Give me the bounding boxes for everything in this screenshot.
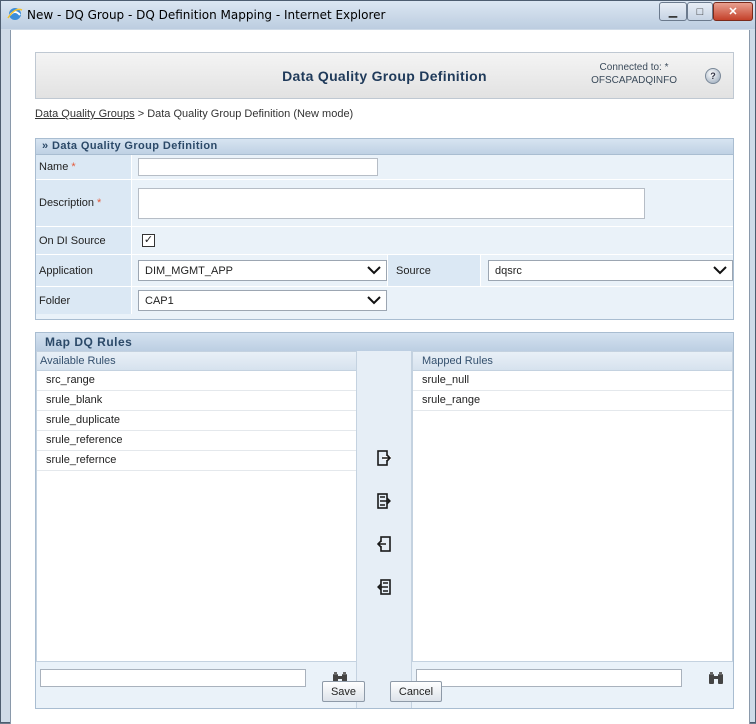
list-item[interactable]: srule_reference [37, 431, 356, 451]
map-rules-section: Map DQ Rules Available Rules src_range s… [35, 332, 734, 709]
list-item[interactable]: srule_duplicate [37, 411, 356, 431]
title-bar[interactable]: New - DQ Group - DQ Definition Mapping -… [1, 1, 755, 29]
source-select-value: dqsrc [495, 264, 522, 277]
mapped-rules-list[interactable]: Mapped Rules srule_null srule_range [412, 351, 733, 662]
name-row: Name * [36, 155, 733, 180]
required-marker: * [71, 161, 76, 173]
available-rules-list[interactable]: Available Rules src_range srule_blank sr… [36, 351, 357, 662]
available-search-input[interactable] [40, 669, 306, 687]
required-marker: * [97, 197, 102, 209]
chevron-down-icon [367, 296, 381, 305]
connected-value: OFSCAPADQINFO [591, 75, 677, 86]
move-all-right-icon[interactable] [377, 493, 391, 509]
connection-info: Connected to: * OFSCAPADQINFO [591, 61, 677, 87]
definition-section-title: » Data Quality Group Definition [36, 139, 733, 155]
help-icon[interactable]: ? [705, 68, 721, 84]
chevron-down-icon [367, 266, 381, 275]
connected-extra: * [664, 62, 669, 73]
save-button[interactable]: Save [322, 681, 365, 702]
folder-select-value: CAP1 [145, 294, 174, 307]
application-select-value: DIM_MGMT_APP [145, 264, 234, 277]
list-item[interactable]: srule_refernce [37, 451, 356, 471]
source-select[interactable]: dqsrc [488, 260, 733, 281]
mapped-search-input[interactable] [416, 669, 682, 687]
folder-label: Folder [36, 287, 132, 314]
on-di-source-label: On DI Source [36, 227, 132, 254]
application-row: Application DIM_MGMT_APP Source dqsrc [36, 255, 733, 287]
maximize-button[interactable]: □ [687, 2, 713, 21]
breadcrumb-current: > Data Quality Group Definition (New mod… [134, 108, 354, 120]
name-label: Name * [36, 155, 132, 179]
window-title: New - DQ Group - DQ Definition Mapping -… [27, 8, 386, 22]
on-di-source-row: On DI Source ✓ [36, 227, 733, 255]
list-item[interactable]: srule_blank [37, 391, 356, 411]
connected-label: Connected to: [599, 62, 662, 73]
map-rules-title: Map DQ Rules [36, 333, 733, 352]
application-label: Application [36, 255, 132, 286]
minimize-button[interactable]: ▁ [659, 2, 687, 21]
folder-select[interactable]: CAP1 [138, 290, 387, 311]
folder-row: Folder CAP1 [36, 287, 733, 314]
page-header: Data Quality Group Definition Connected … [35, 52, 734, 99]
on-di-source-checkbox[interactable]: ✓ [142, 234, 155, 247]
chevron-down-icon [713, 266, 727, 275]
list-item[interactable]: src_range [37, 371, 356, 391]
page-content: Data Quality Group Definition Connected … [10, 30, 750, 724]
move-right-icon[interactable] [377, 450, 391, 466]
description-input[interactable] [138, 188, 645, 219]
internet-explorer-icon [7, 8, 23, 20]
list-item[interactable]: srule_null [413, 371, 732, 391]
description-label: Description * [36, 180, 132, 226]
name-input[interactable] [138, 158, 378, 176]
description-row: Description * [36, 180, 733, 227]
available-rules-header: Available Rules [37, 352, 356, 371]
breadcrumb: Data Quality Groups > Data Quality Group… [35, 108, 353, 120]
move-controls [356, 351, 412, 708]
list-item[interactable]: srule_range [413, 391, 732, 411]
binoculars-icon[interactable] [708, 671, 724, 685]
mapped-rules-header: Mapped Rules [413, 352, 732, 371]
move-left-icon[interactable] [377, 536, 391, 552]
cancel-button[interactable]: Cancel [390, 681, 442, 702]
browser-window: New - DQ Group - DQ Definition Mapping -… [0, 0, 756, 724]
source-label: Source [387, 255, 481, 286]
move-all-left-icon[interactable] [377, 579, 391, 595]
definition-section: » Data Quality Group Definition Name * De… [35, 138, 734, 320]
breadcrumb-link-dq-groups[interactable]: Data Quality Groups [35, 108, 135, 120]
close-button[interactable]: ✕ [713, 2, 753, 21]
application-select[interactable]: DIM_MGMT_APP [138, 260, 387, 281]
